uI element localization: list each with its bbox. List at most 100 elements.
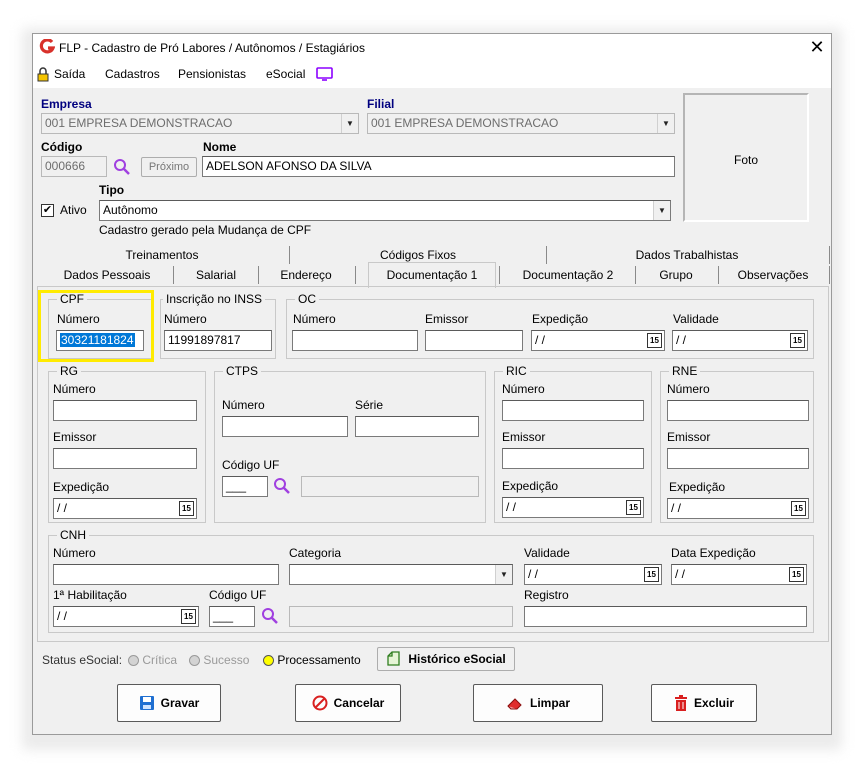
- calendar-icon[interactable]: 15: [181, 609, 196, 624]
- cnh-habilitacao-field[interactable]: / / 15: [53, 606, 199, 627]
- rg-expedicao-field[interactable]: / / 15: [53, 498, 197, 519]
- chevron-down-icon[interactable]: ▼: [495, 565, 512, 584]
- cnh-numero-field[interactable]: [53, 564, 279, 585]
- tab-endereco[interactable]: Endereço: [261, 268, 351, 282]
- ctps-numero-field[interactable]: [222, 416, 348, 437]
- rne-expedicao-label: Expedição: [669, 480, 726, 494]
- ctps-serie-field[interactable]: [355, 416, 479, 437]
- tab-dados-trabalhistas[interactable]: Dados Trabalhistas: [549, 248, 825, 262]
- cnh-data-expedicao-field[interactable]: / / 15: [671, 564, 807, 585]
- tipo-select[interactable]: Autônomo ▼: [99, 200, 671, 221]
- historico-esocial-button[interactable]: Histórico eSocial: [377, 647, 515, 671]
- rne-emissor-field[interactable]: [667, 448, 809, 469]
- photo-frame[interactable]: Foto: [683, 93, 809, 222]
- cnh-categoria-label: Categoria: [289, 546, 342, 560]
- tab-divider: [718, 266, 719, 284]
- tab-divider: [173, 266, 174, 284]
- tab-codigos-fixos[interactable]: Códigos Fixos: [292, 248, 544, 262]
- oc-numero-field[interactable]: [292, 330, 418, 351]
- rne-expedicao-field[interactable]: / / 15: [667, 498, 809, 519]
- cpf-change-note: Cadastro gerado pela Mudança de CPF: [99, 223, 312, 237]
- search-icon[interactable]: [113, 158, 131, 176]
- oc-validade-label: Validade: [673, 312, 719, 326]
- cnh-codigo-uf-field[interactable]: ___: [209, 606, 255, 627]
- historico-esocial-label: Histórico eSocial: [408, 652, 506, 666]
- close-button[interactable]: ✕: [807, 37, 827, 57]
- calendar-icon[interactable]: 15: [790, 333, 805, 348]
- menu-pensionistas[interactable]: Pensionistas: [178, 67, 246, 81]
- exit-lock-icon: [37, 67, 49, 82]
- cancel-icon: [312, 695, 328, 711]
- calendar-icon[interactable]: 15: [789, 567, 804, 582]
- search-icon[interactable]: [261, 607, 279, 625]
- tab-treinamentos[interactable]: Treinamentos: [37, 248, 287, 262]
- ric-emissor-field[interactable]: [502, 448, 644, 469]
- codigo-field[interactable]: 000666: [41, 156, 107, 177]
- cnh-categoria-select[interactable]: ▼: [289, 564, 513, 585]
- nome-field[interactable]: ADELSON AFONSO DA SILVA: [202, 156, 675, 177]
- rg-title: RG: [57, 364, 81, 378]
- cnh-validade-field[interactable]: / / 15: [524, 564, 662, 585]
- rne-emissor-label: Emissor: [667, 430, 711, 444]
- radio-processamento-icon: [263, 655, 274, 667]
- cnh-validade-value: / /: [528, 567, 539, 581]
- tab-grupo[interactable]: Grupo: [638, 268, 714, 282]
- tab-documentacao-1-active[interactable]: Documentação 1: [368, 262, 496, 288]
- calendar-icon[interactable]: 15: [179, 501, 194, 516]
- filial-select[interactable]: 001 EMPRESA DEMONSTRACAO ▼: [367, 113, 675, 134]
- status-sucesso-label: Sucesso: [203, 653, 250, 667]
- rg-emissor-field[interactable]: [53, 448, 197, 469]
- calendar-icon[interactable]: 15: [791, 501, 806, 516]
- cancelar-button[interactable]: Cancelar: [295, 684, 401, 722]
- chevron-down-icon[interactable]: ▼: [341, 114, 358, 133]
- search-icon[interactable]: [273, 477, 291, 495]
- cnh-data-expedicao-label: Data Expedição: [671, 546, 756, 560]
- oc-validade-field[interactable]: / / 15: [672, 330, 808, 351]
- calendar-icon[interactable]: 15: [626, 500, 641, 515]
- rg-group: RG Número Emissor Expedição / / 15: [48, 364, 206, 523]
- menu-esocial[interactable]: eSocial: [266, 67, 305, 81]
- tab-documentacao-2[interactable]: Documentação 2: [503, 268, 633, 282]
- status-bar: Status eSocial: Crítica Sucesso Processa…: [33, 646, 831, 672]
- limpar-button[interactable]: Limpar: [473, 684, 603, 722]
- ric-numero-field[interactable]: [502, 400, 644, 421]
- cnh-habilitacao-value: / /: [57, 609, 68, 623]
- menu-cadastros[interactable]: Cadastros: [105, 67, 160, 81]
- rg-numero-label: Número: [53, 382, 96, 396]
- ric-expedicao-label: Expedição: [502, 479, 559, 493]
- cnh-registro-label: Registro: [524, 588, 569, 602]
- rne-title: RNE: [669, 364, 701, 378]
- status-critica-label: Crítica: [142, 653, 178, 667]
- ric-title: RIC: [503, 364, 530, 378]
- ctps-codigo-uf-field[interactable]: ___: [222, 476, 268, 497]
- codigo-label: Código: [41, 140, 83, 154]
- oc-expedicao-field[interactable]: / / 15: [531, 330, 665, 351]
- tab-observacoes[interactable]: Observações: [721, 268, 825, 282]
- inss-numero-field[interactable]: 11991897817: [164, 330, 272, 351]
- chevron-down-icon[interactable]: ▼: [657, 114, 674, 133]
- ctps-numero-label: Número: [222, 398, 265, 412]
- ctps-title: CTPS: [223, 364, 262, 378]
- cnh-registro-field[interactable]: [524, 606, 807, 627]
- tab-divider: [289, 246, 290, 264]
- chevron-down-icon[interactable]: ▼: [653, 201, 670, 220]
- rg-expedicao-value: / /: [57, 501, 68, 515]
- gravar-button[interactable]: Gravar: [117, 684, 221, 722]
- window-title: FLP - Cadastro de Pró Labores / Autônomo…: [59, 41, 365, 55]
- proximo-button[interactable]: Próximo: [141, 157, 197, 177]
- ric-expedicao-field[interactable]: / / 15: [502, 497, 644, 518]
- tab-dados-pessoais[interactable]: Dados Pessoais: [43, 268, 171, 282]
- empresa-label: Empresa: [41, 97, 92, 111]
- menu-saida[interactable]: Saída: [54, 67, 85, 81]
- esocial-monitor-icon[interactable]: [316, 67, 333, 82]
- rne-numero-field[interactable]: [667, 400, 809, 421]
- gravar-label: Gravar: [160, 696, 200, 710]
- tab-salarial[interactable]: Salarial: [176, 268, 256, 282]
- ativo-checkbox[interactable]: ✔: [41, 204, 54, 217]
- empresa-select[interactable]: 001 EMPRESA DEMONSTRACAO ▼: [41, 113, 359, 134]
- excluir-button[interactable]: Excluir: [651, 684, 757, 722]
- rg-numero-field[interactable]: [53, 400, 197, 421]
- calendar-icon[interactable]: 15: [644, 567, 659, 582]
- calendar-icon[interactable]: 15: [647, 333, 662, 348]
- oc-emissor-field[interactable]: [425, 330, 523, 351]
